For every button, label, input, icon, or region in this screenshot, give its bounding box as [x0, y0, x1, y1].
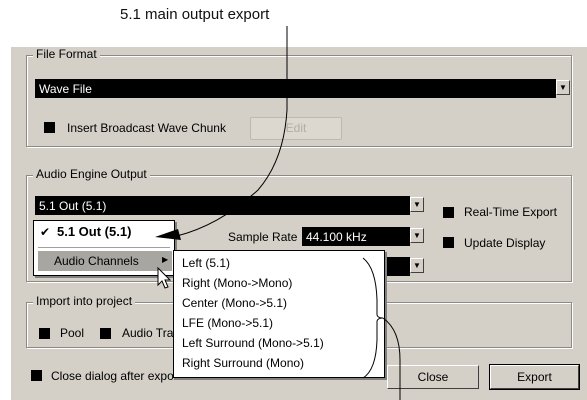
audio-engine-legend: Audio Engine Output	[33, 167, 150, 181]
audio-track-checkbox[interactable]	[100, 328, 111, 339]
sample-rate-label: Sample Rate	[228, 230, 298, 244]
close-button[interactable]: Close	[387, 365, 479, 389]
close-after-export-checkbox[interactable]	[31, 370, 42, 381]
popup-item-audio-channels[interactable]: Audio Channels ▶	[38, 251, 172, 271]
submenu-item[interactable]: LFE (Mono->5.1)	[182, 316, 273, 330]
audio-channels-label: Audio Channels	[54, 254, 139, 268]
submenu-arrow-icon: ▶	[162, 255, 169, 264]
close-after-export-label: Close dialog after expor	[51, 369, 178, 383]
sample-rate-select[interactable]: 44.100 kHz	[302, 227, 410, 246]
import-legend: Import into project	[33, 294, 136, 308]
popup-separator	[38, 247, 170, 248]
file-format-dropdown-icon[interactable]: ▼	[556, 80, 570, 95]
caption: 5.1 main output export	[120, 6, 270, 23]
update-display-label: Update Display	[464, 236, 546, 250]
export-button[interactable]: Export	[489, 364, 580, 390]
submenu-item[interactable]: Center (Mono->5.1)	[182, 296, 287, 310]
broadcast-wave-label: Insert Broadcast Wave Chunk	[67, 121, 226, 135]
realtime-export-checkbox[interactable]	[443, 207, 454, 218]
submenu-item[interactable]: Right (Mono->Mono)	[182, 276, 292, 290]
audio-track-label: Audio Tra	[122, 326, 174, 340]
submenu-item[interactable]: Right Surround (Mono)	[182, 356, 304, 370]
submenu-item[interactable]: Left Surround (Mono->5.1)	[182, 336, 324, 350]
pool-checkbox[interactable]	[39, 328, 50, 339]
broadcast-wave-checkbox[interactable]	[44, 122, 55, 133]
submenu-item[interactable]: Left (5.1)	[182, 256, 230, 270]
update-display-checkbox[interactable]	[443, 237, 454, 248]
file-format-legend: File Format	[33, 47, 100, 61]
audio-channels-submenu: Left (5.1) Right (Mono->Mono) Center (Mo…	[173, 250, 385, 378]
sample-rate-dropdown-icon[interactable]: ▼	[410, 228, 424, 243]
file-format-select[interactable]: Wave File	[35, 79, 556, 98]
audio-engine-dropdown-icon[interactable]: ▼	[410, 197, 424, 212]
popup-item-5-1-out[interactable]: 5.1 Out (5.1)	[57, 224, 131, 239]
edit-button[interactable]: Edit	[250, 117, 342, 140]
popup-check-icon: ✔	[40, 225, 51, 239]
second-output-dropdown-icon[interactable]: ▼	[410, 258, 424, 273]
audio-engine-select[interactable]: 5.1 Out (5.1)	[35, 196, 410, 215]
output-popup-menu: ✔ 5.1 Out (5.1) Audio Channels ▶	[33, 220, 175, 276]
realtime-export-label: Real-Time Export	[464, 205, 557, 219]
pool-label: Pool	[60, 326, 85, 340]
